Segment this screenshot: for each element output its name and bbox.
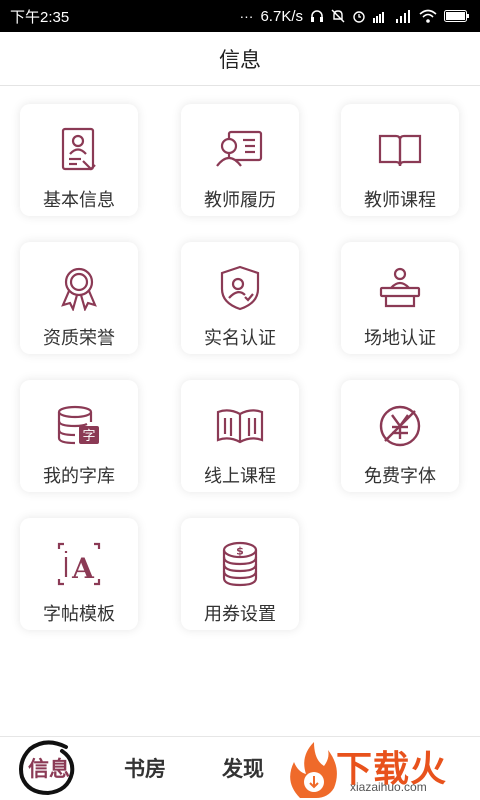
- status-time: 下午2:35: [10, 8, 70, 26]
- tab-discover[interactable]: 发现: [222, 753, 264, 783]
- menu-item-label: 场地认证: [364, 328, 436, 349]
- menu-item-qualification[interactable]: 资质荣誉: [20, 242, 138, 354]
- open-book-icon: [374, 124, 426, 176]
- menu-item-label: 教师履历: [204, 190, 276, 211]
- menu-item-free-font[interactable]: 免费字体: [341, 380, 459, 492]
- wifi-icon: [419, 9, 437, 23]
- signal-icon: [396, 10, 410, 23]
- menu-item-my-font-library[interactable]: 字 我的字库: [20, 380, 138, 492]
- menu-item-label: 教师课程: [364, 190, 436, 211]
- mute-icon: [331, 9, 345, 23]
- medal-icon: [53, 262, 105, 314]
- tab-info[interactable]: 信息: [28, 753, 70, 783]
- menu-item-online-course[interactable]: 线上课程: [181, 380, 299, 492]
- menu-item-label: 资质荣誉: [43, 328, 115, 349]
- menu-item-label: 实名认证: [204, 328, 276, 349]
- coin-stack-icon: $: [214, 538, 266, 590]
- free-yen-icon: [374, 400, 426, 452]
- menu-item-label: 我的字库: [43, 466, 115, 487]
- tab-study[interactable]: 书房: [124, 753, 166, 783]
- svg-text:A: A: [71, 552, 95, 585]
- title-bar: 信息: [0, 32, 480, 86]
- menu-item-venue-auth[interactable]: 场地认证: [341, 242, 459, 354]
- menu-item-label: 线上课程: [204, 466, 276, 487]
- svg-text:字: 字: [82, 429, 95, 444]
- watermark-url: xiazaihuo.com: [350, 780, 427, 794]
- svg-text:$: $: [236, 545, 244, 558]
- menu-item-copybook-template[interactable]: A 字帖模板: [20, 518, 138, 630]
- font-database-icon: 字: [53, 400, 105, 452]
- menu-item-teacher-course[interactable]: 教师课程: [341, 104, 459, 216]
- menu-item-teacher-resume[interactable]: 教师履历: [181, 104, 299, 216]
- battery-icon: [444, 10, 469, 22]
- menu-item-coupon-settings[interactable]: $ 用券设置: [181, 518, 299, 630]
- podium-icon: [374, 262, 426, 314]
- page-title: 信息: [219, 47, 261, 72]
- menu-item-basic-info[interactable]: 基本信息: [20, 104, 138, 216]
- menu-item-label: 字帖模板: [43, 604, 115, 625]
- hd-signal-icon: [373, 12, 384, 23]
- menu-item-label: 免费字体: [364, 466, 436, 487]
- online-course-book-icon: [214, 400, 266, 452]
- network-speed: 6.7K/s: [260, 7, 303, 25]
- menu-item-label: 基本信息: [43, 190, 115, 211]
- status-bar: 下午2:35 ··· 6.7K/s: [0, 0, 480, 32]
- more-icon: ···: [239, 8, 254, 24]
- alarm-icon: [353, 11, 365, 23]
- copybook-template-icon: A: [53, 538, 105, 590]
- resume-icon: [214, 124, 266, 176]
- shield-user-icon: [214, 262, 266, 314]
- menu-item-real-name-auth[interactable]: 实名认证: [181, 242, 299, 354]
- menu-item-label: 用券设置: [204, 604, 276, 625]
- profile-card-icon: [53, 124, 105, 176]
- status-icons: ··· 6.7K/s: [239, 8, 470, 25]
- headset-icon: [311, 10, 323, 22]
